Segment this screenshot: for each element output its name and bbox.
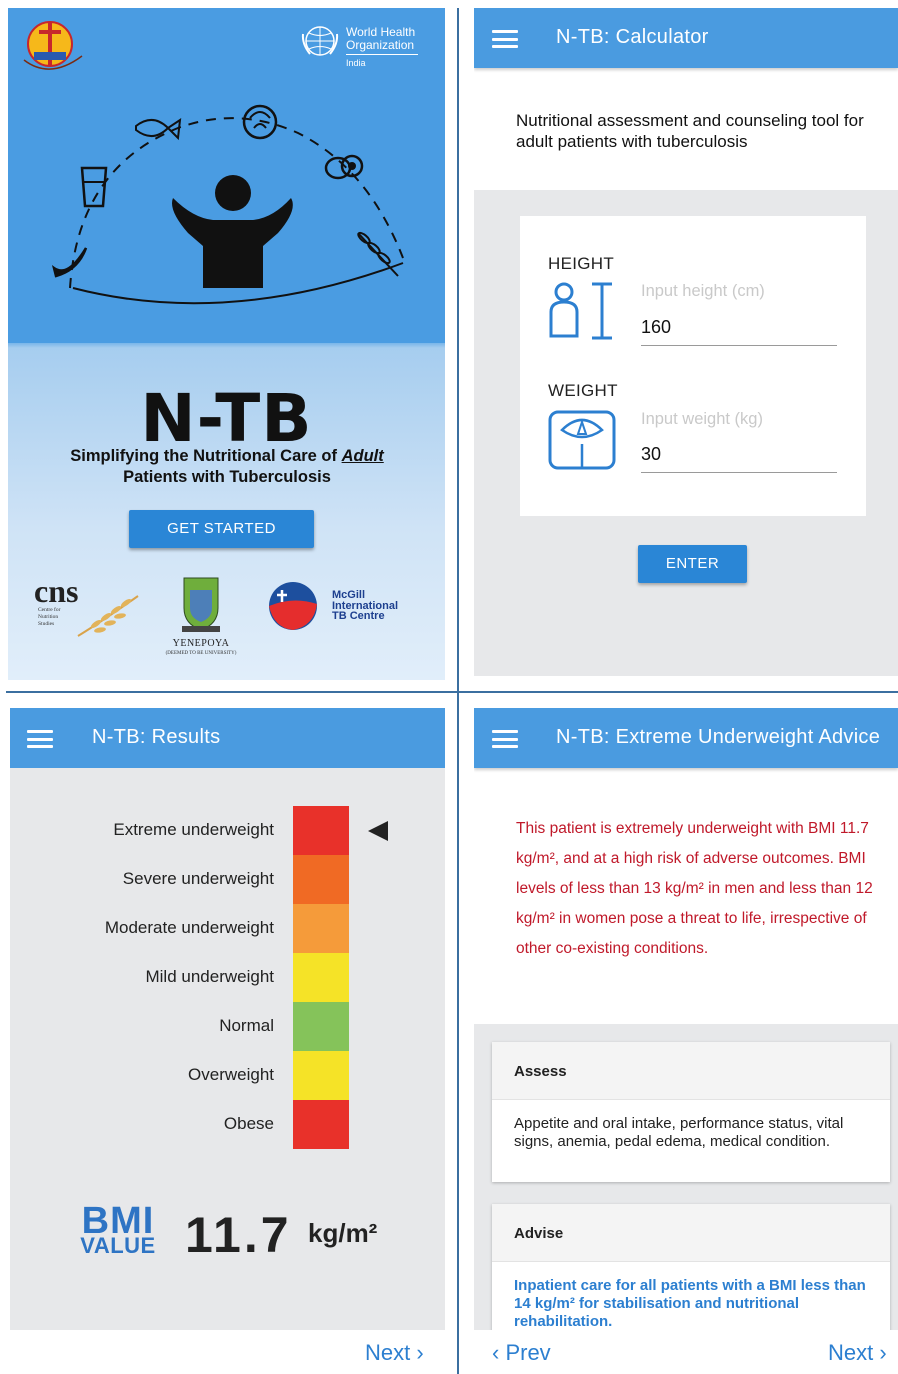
weight-input[interactable]: 30 [641, 444, 661, 465]
bmi-category-segment [293, 1051, 349, 1100]
splash-screen: World Health Organization India N-TB Sim… [8, 8, 445, 680]
mcgill-logo: McGill International TB Centre [266, 580, 426, 634]
prev-link[interactable]: ‹ Prev [492, 1340, 551, 1366]
bmi-category-segment [293, 953, 349, 1002]
who-emblem-icon [301, 26, 339, 56]
app-subtitle-part-2: Patients with Tuberculosis [123, 468, 331, 486]
get-started-button[interactable]: GET STARTED [129, 510, 314, 548]
advice-screen: N-TB: Extreme Underweight Advice This pa… [474, 708, 898, 1374]
height-placeholder: Input height (cm) [641, 282, 765, 300]
bmi-value-word: VALUE [80, 1233, 156, 1258]
who-name: World Health Organization [346, 26, 415, 52]
calculator-screen: N-TB: Calculator Nutritional assessment … [474, 8, 898, 676]
bmi-category-label: Normal [219, 1016, 274, 1035]
cns-logo: cns Centre for Nutrition Studies [34, 573, 144, 638]
assess-body: Appetite and oral intake, performance st… [514, 1115, 844, 1150]
weight-label: WEIGHT [548, 381, 618, 400]
bmi-category-label: Obese [223, 1114, 274, 1133]
risk-message: This patient is extremely underweight wi… [516, 820, 873, 957]
dots-logo [23, 21, 83, 70]
horizontal-divider [6, 691, 898, 693]
yenepoya-shield-icon [182, 577, 220, 632]
cns-subtext-line-1: Centre for [38, 607, 61, 613]
height-input-underline [641, 345, 837, 346]
weight-placeholder: Input weight (kg) [641, 410, 763, 428]
advice-next-link[interactable]: Next › [828, 1340, 887, 1366]
bmi-category-segment [293, 855, 349, 904]
assess-panel: Assess Appetite and oral intake, perform… [492, 1042, 890, 1182]
height-icon [549, 282, 612, 340]
who-country-label: India [346, 58, 366, 68]
bmi-category-segment [293, 1100, 349, 1149]
bmi-category-label: Overweight [188, 1065, 274, 1084]
advice-title: N-TB: Extreme Underweight Advice [556, 726, 881, 748]
app-subtitle-part-1: Simplifying the Nutritional Care of [70, 447, 342, 465]
yenepoya-name: YENEPOYA [172, 638, 230, 649]
measurement-card: HEIGHT Input height (cm) 160 WEIGHT Inpu… [520, 216, 866, 516]
height-label: HEIGHT [548, 254, 615, 273]
screenshot-collage: World Health Organization India N-TB Sim… [0, 0, 898, 1374]
mcgill-text: McGill International TB Centre [332, 590, 398, 622]
menu-icon[interactable] [492, 730, 518, 748]
bmi-category-segment [293, 904, 349, 953]
bmi-category-label: Moderate underweight [104, 918, 274, 937]
enter-button[interactable]: ENTER [638, 545, 747, 583]
calculator-intro: Nutritional assessment and counseling to… [516, 111, 864, 151]
selected-category-indicator-icon [368, 821, 388, 841]
wheat-icon [357, 231, 399, 277]
cns-subtext-line-2: Nutrition [38, 614, 59, 620]
mcgill-line-1: McGill [332, 589, 366, 601]
who-logo: World Health Organization India [300, 24, 430, 78]
bmi-category-label: Mild underweight [145, 967, 274, 986]
bmi-value-heading: BMI VALUE [76, 1200, 160, 1258]
who-divider [346, 54, 418, 55]
person-icon [172, 175, 293, 288]
calculator-title: N-TB: Calculator [556, 26, 709, 48]
bmi-unit: kg/m² [308, 1218, 377, 1249]
height-input[interactable]: 160 [641, 317, 671, 338]
who-name-line-2: Organization [346, 38, 415, 52]
yenepoya-subtitle: (DEEMED TO BE UNIVERSITY) [165, 651, 237, 656]
bmi-category-label: Extreme underweight [113, 820, 274, 839]
app-subtitle-emphasis: Adult [341, 447, 384, 465]
menu-icon[interactable] [27, 730, 53, 748]
cabbage-icon [242, 104, 278, 140]
banana-icon [51, 247, 88, 278]
bmi-category-segment [293, 806, 349, 855]
mcgill-globe-icon [269, 582, 317, 630]
mcgill-line-3: TB Centre [332, 610, 385, 622]
weight-input-underline [641, 472, 837, 473]
app-subtitle: Simplifying the Nutritional Care of Adul… [26, 446, 428, 488]
advise-panel: Advise Inpatient care for all patients w… [492, 1204, 890, 1334]
bmi-category-segment [293, 1002, 349, 1051]
nutrition-illustration [51, 104, 404, 305]
results-title: N-TB: Results [92, 726, 221, 748]
bmi-value: 11.7 [185, 1207, 292, 1263]
bmi-unit-text: kg/m² [308, 1218, 378, 1248]
assess-heading: Assess [492, 1042, 890, 1100]
egg-icon [324, 154, 364, 180]
advise-body: Inpatient care for all patients with a B… [514, 1277, 866, 1330]
results-next-link[interactable]: Next › [365, 1340, 424, 1366]
cns-subtext-line-3: Studies [38, 621, 55, 627]
bmi-category-label: Severe underweight [122, 869, 274, 888]
results-screen: N-TB: Results Extreme underweight Severe … [10, 708, 445, 1374]
advice-appbar: N-TB: Extreme Underweight Advice [474, 708, 898, 768]
calculator-appbar: N-TB: Calculator [474, 8, 898, 68]
bmi-word: BMI [81, 1200, 155, 1242]
results-appbar: N-TB: Results [10, 708, 445, 768]
weight-scale-icon [548, 410, 616, 470]
yenepoya-logo: YENEPOYA (DEEMED TO BE UNIVERSITY) [158, 574, 244, 666]
cns-logo-text: cns [34, 573, 79, 609]
wheat-stalk-icon [77, 595, 139, 637]
advise-heading: Advise [492, 1204, 890, 1262]
cns-logo-subtext: Centre for Nutrition Studies [38, 607, 60, 628]
menu-icon[interactable] [492, 30, 518, 48]
who-country: India [346, 56, 366, 70]
